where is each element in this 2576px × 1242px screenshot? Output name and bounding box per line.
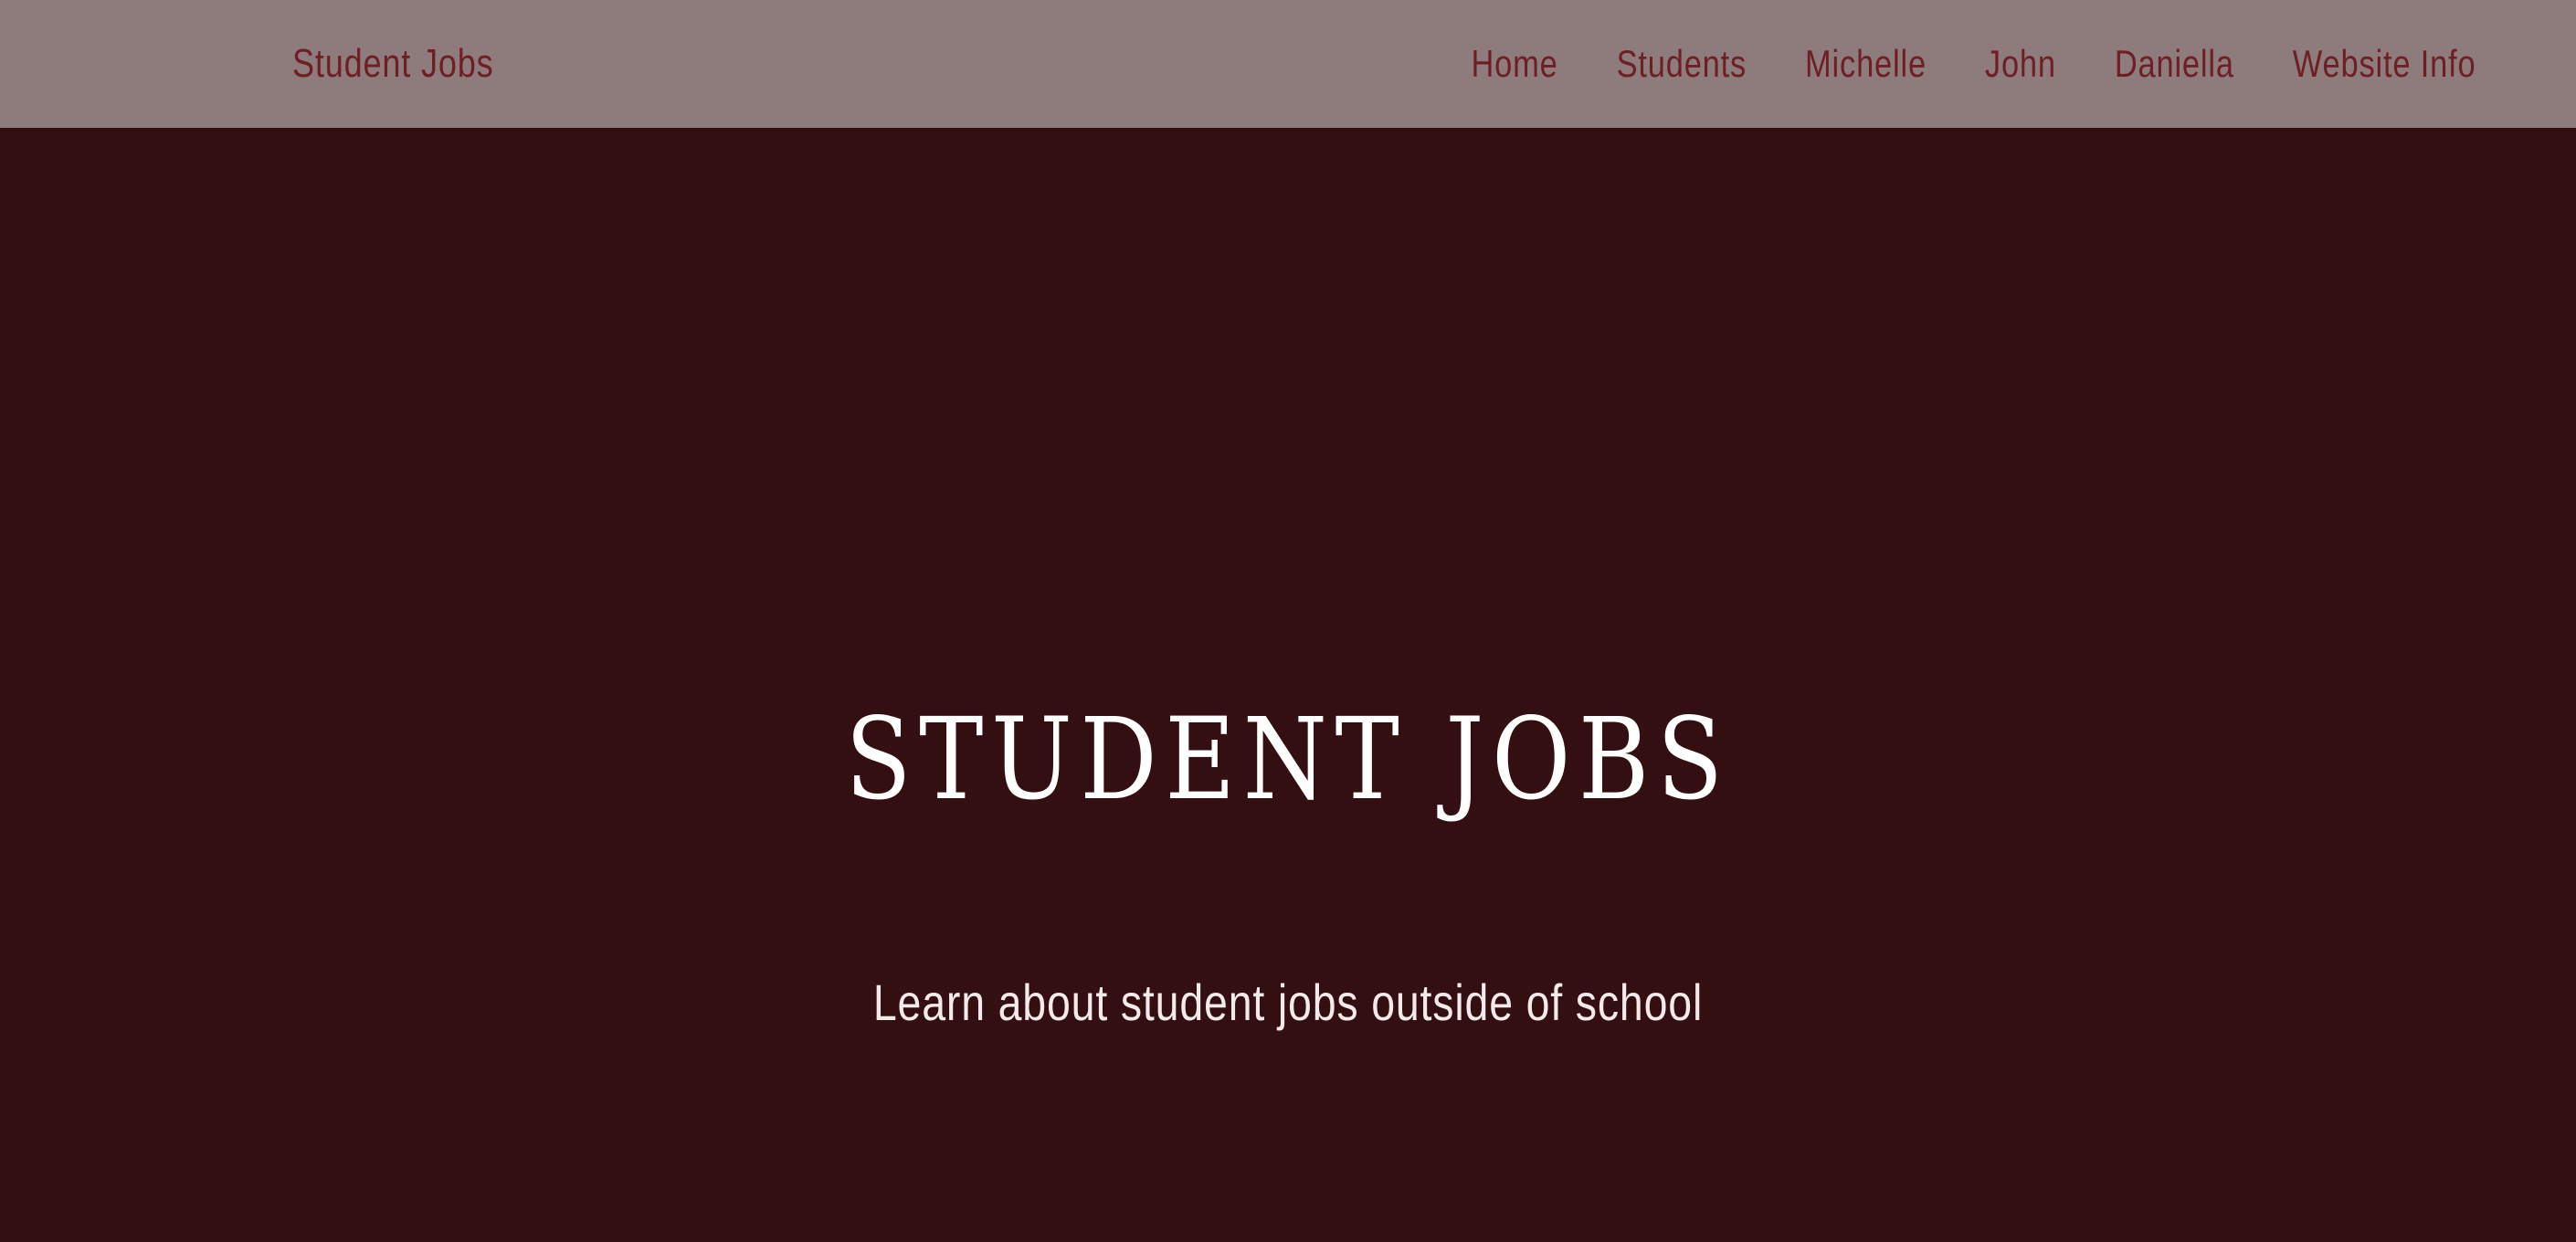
nav-link-john[interactable]: John [1984, 42, 2055, 86]
nav-links: Home Students Michelle John Daniella Web… [1471, 0, 2476, 128]
brand-link[interactable]: Student Jobs [292, 0, 493, 128]
nav-link-michelle[interactable]: Michelle [1805, 42, 1927, 86]
hero-subtitle: Learn about student jobs outside of scho… [872, 974, 1704, 1031]
nav-link-website-info[interactable]: Website Info [2292, 42, 2476, 86]
nav-link-home[interactable]: Home [1471, 42, 1557, 86]
nav-link-daniella[interactable]: Daniella [2114, 42, 2233, 86]
nav-link-students[interactable]: Students [1616, 42, 1747, 86]
hero-section: STUDENT JOBS Learn about student jobs ou… [0, 128, 2576, 1242]
top-navbar: Student Jobs Home Students Michelle John… [0, 0, 2576, 128]
hero-title: STUDENT JOBS [845, 694, 1731, 826]
